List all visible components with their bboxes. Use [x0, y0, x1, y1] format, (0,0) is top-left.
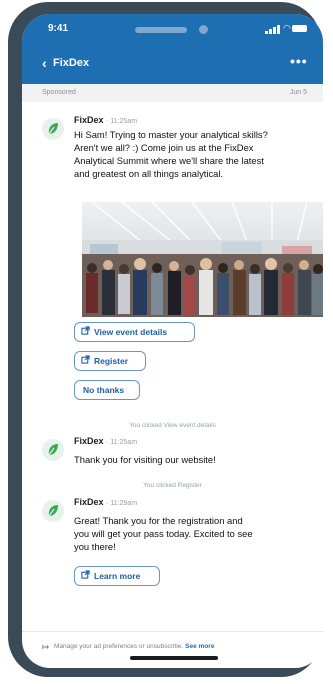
- sender-avatar[interactable]: [42, 439, 64, 461]
- learn-more-button[interactable]: Learn more: [74, 566, 160, 586]
- status-time: 9:41: [48, 23, 69, 34]
- back-button-label[interactable]: FixDex: [53, 57, 89, 69]
- message-sender: FixDex · 11:29am: [74, 497, 138, 507]
- footer-message: Manage your ad preferences or unsubscrib…: [54, 643, 184, 650]
- sender-avatar[interactable]: [42, 500, 64, 522]
- screen: 9:41 ◠ ‹ FixDex ••• Sponsored Jun 5 FixD…: [22, 14, 323, 668]
- button-label: No thanks: [83, 385, 125, 395]
- message-sender: FixDex · 11:25am: [74, 115, 138, 125]
- leaf-logo-icon: [48, 444, 58, 456]
- chevron-left-icon[interactable]: ‹: [42, 55, 47, 71]
- message-text: Thank you for visiting our website!: [74, 454, 216, 465]
- sponsored-label: Sponsored: [42, 89, 76, 96]
- nav-row: ‹ FixDex •••: [22, 50, 323, 80]
- message-date: Jun 5: [289, 89, 307, 96]
- header-bar: 9:41 ◠ ‹ FixDex •••: [22, 14, 323, 84]
- more-icon[interactable]: •••: [290, 53, 308, 69]
- footer-text: Manage your ad preferences or unsubscrib…: [54, 643, 214, 650]
- phone-frame: 9:41 ◠ ‹ FixDex ••• Sponsored Jun 5 FixD…: [8, 2, 323, 677]
- external-link-icon: [81, 326, 90, 335]
- see-more-link[interactable]: See more: [185, 643, 214, 650]
- battery-icon: [292, 25, 307, 32]
- no-thanks-button[interactable]: No thanks: [74, 380, 140, 400]
- camera-icon: [199, 25, 208, 34]
- system-notice: You clicked View event details: [129, 422, 216, 429]
- leaf-logo-icon: [48, 505, 58, 517]
- message-sender: FixDex · 11:25am: [74, 436, 138, 446]
- view-event-details-button[interactable]: View event details: [74, 322, 195, 342]
- button-label: Register: [94, 356, 129, 366]
- system-notice: You clicked Register: [143, 482, 202, 489]
- manage-preferences-icon: [42, 644, 50, 650]
- register-button[interactable]: Register: [74, 351, 146, 371]
- leaf-logo-icon: [48, 123, 58, 135]
- home-indicator[interactable]: [130, 656, 218, 660]
- speaker-icon: [135, 27, 187, 33]
- wifi-icon: ◠: [283, 23, 291, 33]
- footer-divider: [22, 631, 323, 632]
- external-link-icon: [81, 355, 90, 364]
- button-label: View event details: [94, 327, 168, 337]
- sponsored-bar: Sponsored Jun 5: [22, 84, 323, 102]
- status-bar: 9:41 ◠: [22, 14, 323, 42]
- sender-avatar[interactable]: [42, 118, 64, 140]
- event-photo[interactable]: [82, 202, 323, 317]
- button-label: Learn more: [94, 571, 141, 581]
- external-link-icon: [81, 570, 90, 579]
- message-text: Great! Thank you for the registration an…: [74, 515, 253, 552]
- message-text: Hi Sam! Trying to master your analytical…: [74, 129, 268, 179]
